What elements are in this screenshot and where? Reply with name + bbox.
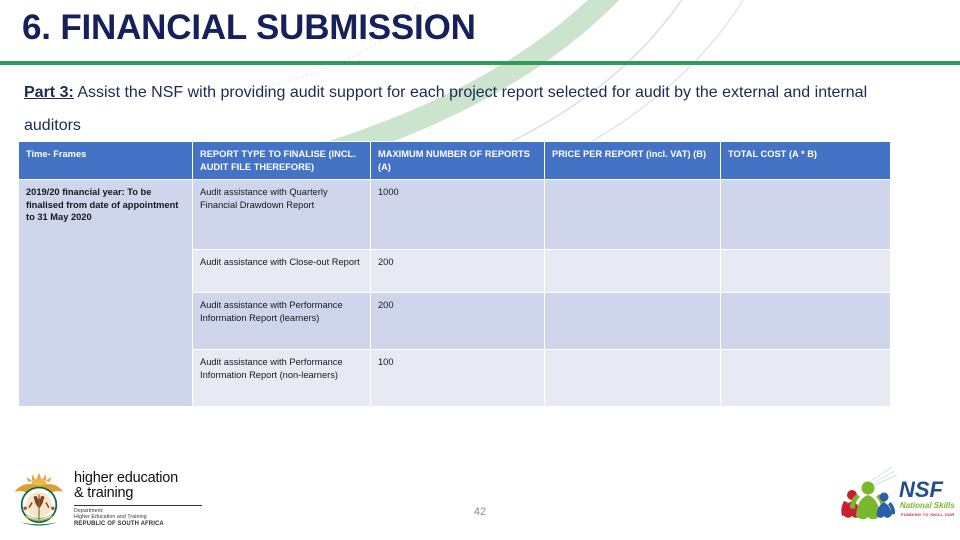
col-header-timeframes: Time- Frames bbox=[18, 141, 193, 180]
max-reports-cell: 200 bbox=[370, 249, 545, 293]
report-type-cell: Audit assistance with Performance Inform… bbox=[192, 349, 371, 407]
max-reports-cell: 100 bbox=[370, 349, 545, 407]
total-cost-cell[interactable] bbox=[720, 292, 891, 350]
price-per-report-cell[interactable] bbox=[544, 292, 721, 350]
report-type-cell: Audit assistance with Close-out Report bbox=[192, 249, 371, 293]
part-label: Part 3: bbox=[24, 84, 74, 101]
slide-canvas: 6. FINANCIAL SUBMISSION Part 3: Assist t… bbox=[0, 0, 960, 540]
total-cost-cell[interactable] bbox=[720, 349, 891, 407]
body-paragraph: Part 3: Assist the NSF with providing au… bbox=[24, 76, 924, 142]
table-header-row: Time- Frames REPORT TYPE TO FINALISE (IN… bbox=[18, 141, 891, 180]
total-cost-cell[interactable] bbox=[720, 179, 891, 250]
cost-breakdown-table: Time- Frames REPORT TYPE TO FINALISE (IN… bbox=[18, 141, 891, 407]
table-row: 2019/20 financial year: To be finalised … bbox=[18, 179, 891, 407]
dhet-wordmark: higher education & training Department: … bbox=[74, 469, 202, 528]
nsf-acronym: NSF bbox=[899, 477, 944, 502]
green-divider bbox=[0, 61, 960, 65]
page-title: 6. FINANCIAL SUBMISSION bbox=[22, 8, 476, 47]
dhet-line1: higher education bbox=[74, 469, 179, 486]
col-header-price-per-report: PRICE PER REPORT (incl. VAT) (B) bbox=[544, 141, 721, 180]
col-header-total-cost: TOTAL COST (A * B) bbox=[720, 141, 891, 180]
dhet-line2: & training bbox=[74, 485, 134, 502]
col-header-report-type: REPORT TYPE TO FINALISE (INCL. AUDIT FIL… bbox=[192, 141, 371, 180]
report-type-cell: Audit assistance with Quarterly Financia… bbox=[192, 179, 371, 250]
dhet-dept2: Higher Education and Training bbox=[74, 514, 147, 521]
part-text: Assist the NSF with providing audit supp… bbox=[24, 84, 868, 134]
nsf-tagline: FUNDING TO SKILL OUR NATION bbox=[901, 512, 956, 517]
nsf-name: National Skills Fund bbox=[900, 501, 956, 510]
col-header-max-reports: MAXIMUM NUMBER OF REPORTS (A) bbox=[370, 141, 545, 180]
price-per-report-cell[interactable] bbox=[544, 249, 721, 293]
dhet-logo: higher education & training Department: … bbox=[10, 468, 230, 530]
report-type-cell: Audit assistance with Performance Inform… bbox=[192, 292, 371, 350]
price-per-report-cell[interactable] bbox=[544, 349, 721, 407]
max-reports-cell: 200 bbox=[370, 292, 545, 350]
nsf-logo: NSF National Skills Fund FUNDING TO SKIL… bbox=[841, 466, 956, 520]
dhet-country: REPUBLIC OF SOUTH AFRICA bbox=[74, 520, 164, 527]
dhet-rule bbox=[74, 504, 202, 506]
dhet-dept: Department: bbox=[74, 507, 104, 514]
price-per-report-cell[interactable] bbox=[544, 179, 721, 250]
max-reports-cell: 1000 bbox=[370, 179, 545, 250]
timeframe-cell: 2019/20 financial year: To be finalised … bbox=[18, 179, 193, 407]
total-cost-cell[interactable] bbox=[720, 249, 891, 293]
south-africa-coat-of-arms-icon bbox=[14, 472, 64, 526]
